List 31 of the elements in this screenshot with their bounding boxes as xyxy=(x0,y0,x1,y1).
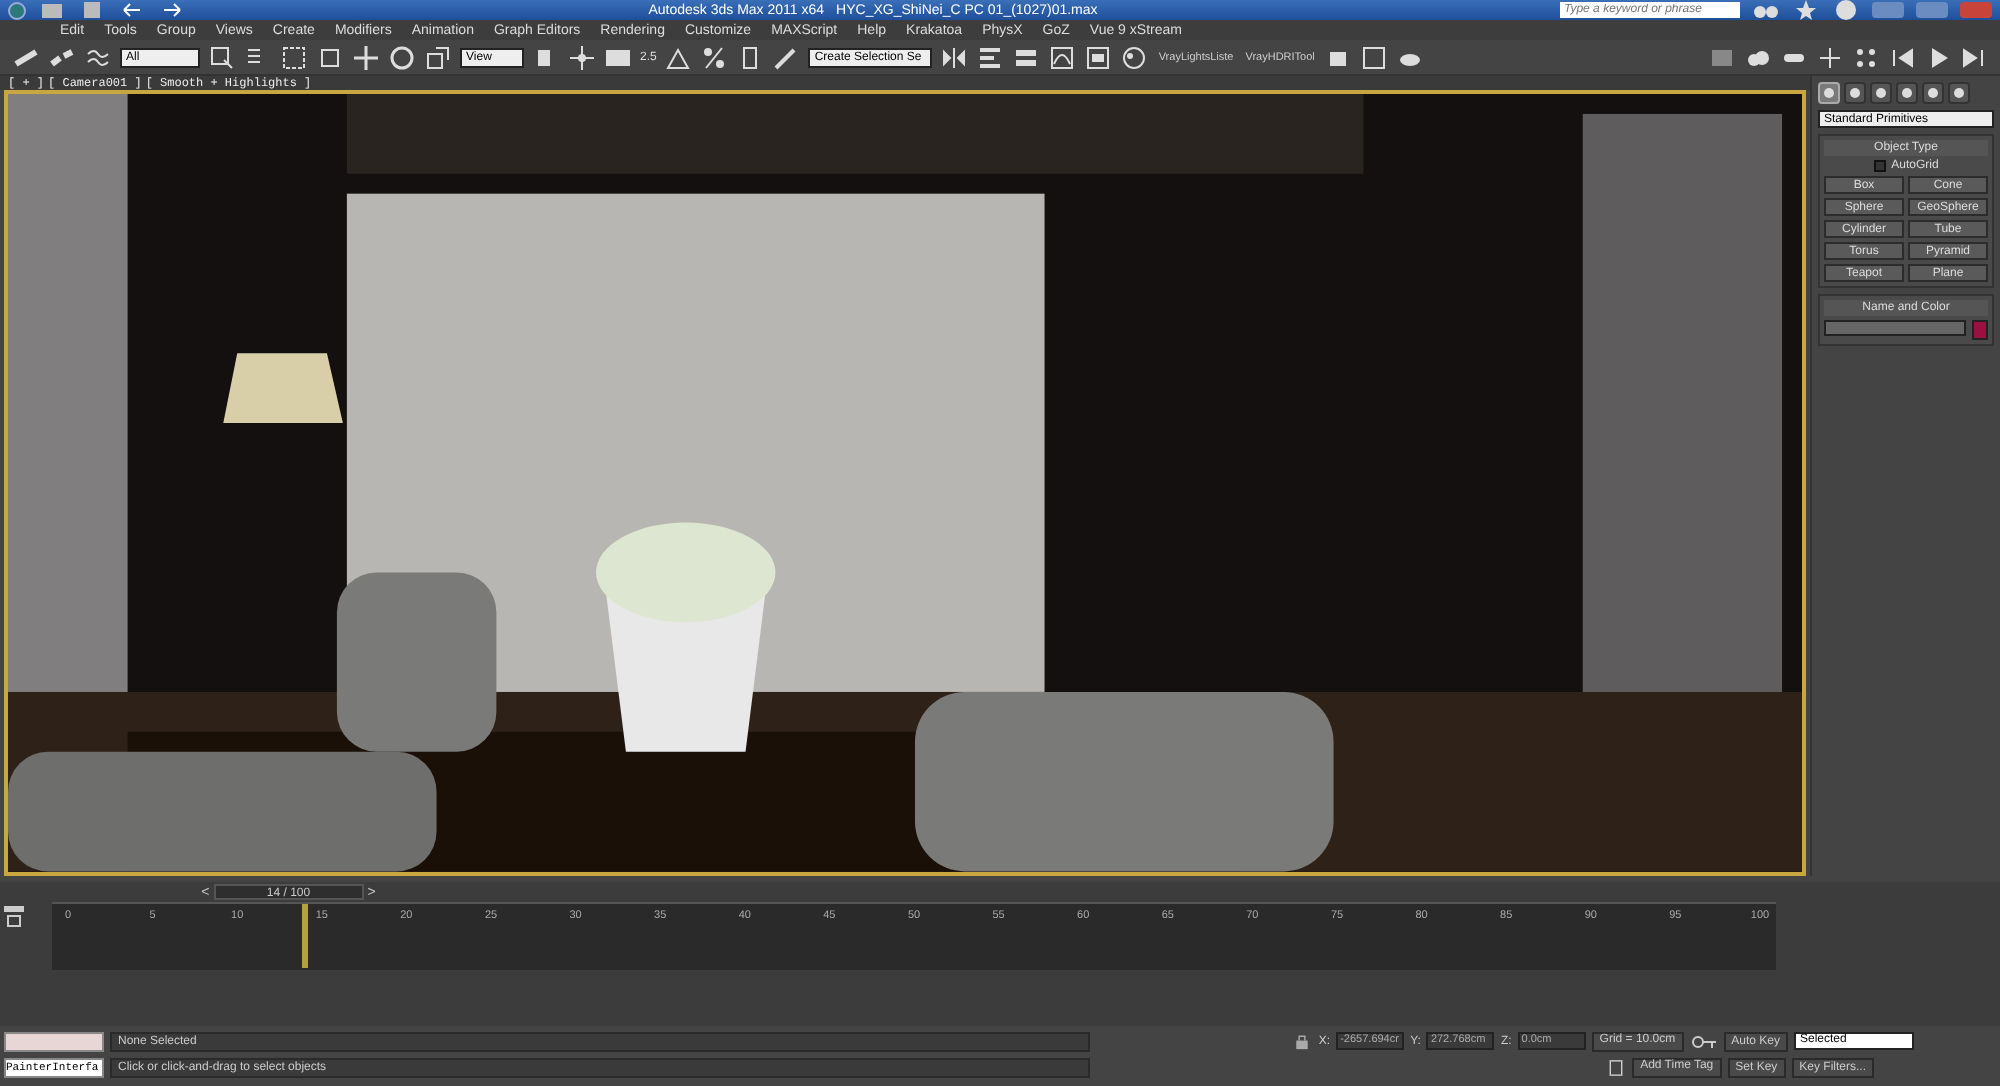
circle-icon xyxy=(1874,86,1888,100)
panel-tab[interactable] xyxy=(1922,82,1944,104)
go-to-start-icon[interactable] xyxy=(1888,43,1916,71)
name-field[interactable] xyxy=(1824,320,1966,336)
panel-tab[interactable] xyxy=(1844,82,1866,104)
mini-listener[interactable] xyxy=(4,1031,104,1051)
scale-icon[interactable] xyxy=(424,43,452,71)
go-to-end-icon[interactable] xyxy=(1960,43,1988,71)
panel-tab[interactable] xyxy=(1896,82,1918,104)
move-icon[interactable] xyxy=(352,43,380,71)
circle-icon xyxy=(1926,86,1940,100)
autogrid-checkbox[interactable] xyxy=(1873,160,1886,172)
panel-tab[interactable] xyxy=(1818,82,1840,104)
time-marker[interactable] xyxy=(302,904,309,968)
rectangle-selection-icon[interactable] xyxy=(280,43,308,71)
circle-icon xyxy=(1952,86,1966,100)
grid-dots-icon[interactable] xyxy=(1852,43,1880,71)
star-icon[interactable] xyxy=(1792,0,1820,24)
circle-icon xyxy=(1848,86,1862,100)
circle-icon xyxy=(1900,86,1914,100)
angle-snap-icon[interactable] xyxy=(664,43,693,71)
mirror-icon[interactable] xyxy=(940,43,969,71)
rotate-icon[interactable] xyxy=(388,43,416,71)
panel-tab[interactable] xyxy=(1870,82,1892,104)
panel-tab[interactable] xyxy=(1948,82,1970,104)
app-logo-icon[interactable] xyxy=(8,1,26,19)
select-object-icon[interactable] xyxy=(208,43,236,71)
unlink-icon[interactable] xyxy=(48,43,76,71)
percent-snap-icon[interactable] xyxy=(700,43,729,71)
circle-icon xyxy=(1822,86,1836,100)
color-swatch[interactable] xyxy=(1972,320,1988,340)
